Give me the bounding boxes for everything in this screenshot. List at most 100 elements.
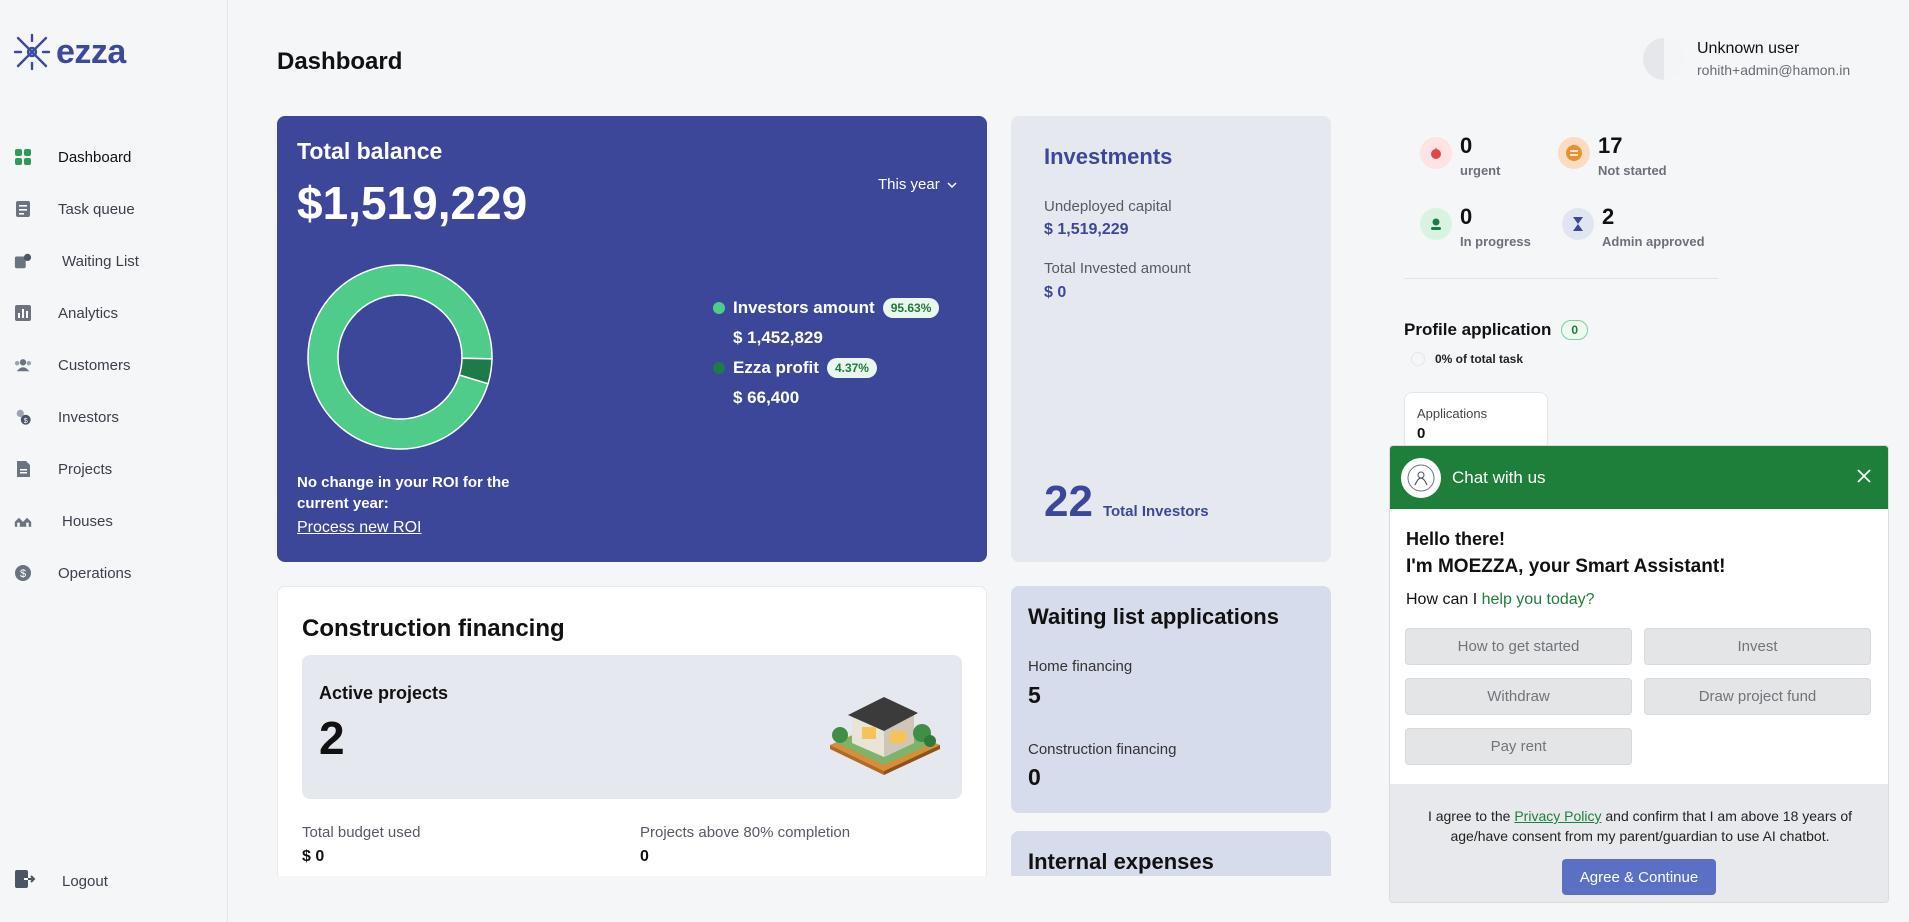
chip-withdraw[interactable]: Withdraw (1405, 678, 1632, 715)
sidebar-item-dashboard[interactable]: Dashboard (0, 131, 228, 183)
active-projects-label: Active projects (319, 683, 449, 703)
sidebar-item-operations[interactable]: $ Operations (0, 547, 228, 599)
budget-used-label: Total budget used (302, 824, 421, 841)
process-roi-link[interactable]: Process new ROI (297, 519, 421, 537)
grid-icon (14, 148, 32, 166)
sidebar-nav: Dashboard Task queue Waiting List Analyt… (0, 131, 228, 599)
total-investors-count: 22 (1044, 477, 1093, 526)
sidebar-item-label: Task queue (58, 200, 135, 218)
stat-text: 0 urgent (1460, 133, 1500, 178)
logout-label: Logout (62, 873, 108, 890)
period-select[interactable]: This year (878, 176, 958, 193)
waiting-list-icon (14, 252, 32, 270)
stat-label: In progress (1460, 234, 1531, 249)
stat-text: 17 Not started (1598, 133, 1667, 178)
chat-header: Chat with us (1390, 446, 1888, 509)
sidebar-item-analytics[interactable]: Analytics (0, 287, 228, 339)
legend-dot (713, 302, 725, 314)
stat-text: 2 Admin approved (1602, 204, 1705, 249)
balance-title: Total balance (297, 138, 443, 164)
sidebar-item-investors[interactable]: $ Investors (0, 391, 228, 443)
logout-icon (14, 869, 36, 894)
waiting-list-title: Waiting list applications (1028, 604, 1279, 629)
stat-count: 0 (1460, 204, 1473, 229)
chat-question-prefix: How can I (1406, 591, 1482, 608)
investments-card: Investments Undeployed capital $ 1,519,2… (1011, 116, 1331, 562)
period-value: This year (878, 176, 940, 193)
page-title: Dashboard (277, 48, 403, 75)
analytics-icon (14, 304, 32, 322)
progress-text: 0% of total task (1435, 352, 1524, 366)
chat-widget: Chat with us Hello there! I'm MOEZZA, yo… (1389, 445, 1889, 903)
chip-draw-project-fund[interactable]: Draw project fund (1644, 678, 1871, 715)
sidebar-item-label: Houses (62, 512, 113, 530)
logout-button[interactable]: Logout (14, 869, 108, 894)
customers-icon (14, 356, 32, 374)
chip-invest[interactable]: Invest (1644, 628, 1871, 665)
close-icon[interactable] (1852, 464, 1876, 488)
waiting-list-card: Waiting list applications Home financing… (1011, 586, 1331, 813)
user-menu[interactable]: Unknown user rohith+admin@hamon.in (1643, 38, 1850, 80)
active-projects-count: 2 (319, 712, 345, 764)
operations-icon: $ (14, 564, 32, 582)
above80-label: Projects above 80% completion (640, 824, 851, 841)
task-icon (14, 200, 32, 218)
chat-greeting: Hello there! (1406, 529, 1506, 549)
construction-title: Construction financing (302, 615, 565, 642)
stat-count: 0 (1460, 133, 1473, 158)
stat-urgent[interactable]: 0 urgent (1420, 133, 1500, 178)
applications-box[interactable]: Applications 0 (1404, 392, 1548, 450)
stat-admin-approved[interactable]: 2 Admin approved (1562, 204, 1705, 249)
chat-body: Hello there! I'm MOEZZA, your Smart Assi… (1390, 509, 1888, 784)
chat-question-highlight: help you today? (1481, 591, 1595, 608)
roi-message: No change in your ROI for the current ye… (297, 474, 510, 512)
task-stats: 0 urgent 17 Not started 0 In progress 2 … (1404, 131, 1718, 279)
chat-question: How can I help you today? (1406, 591, 1595, 609)
sidebar-item-label: Waiting List (62, 252, 139, 270)
progress-ring (1411, 352, 1425, 366)
sidebar-item-customers[interactable]: Customers (0, 339, 228, 391)
chip-pay-rent[interactable]: Pay rent (1405, 728, 1632, 765)
chip-how-to-get-started[interactable]: How to get started (1405, 628, 1632, 665)
privacy-policy-link[interactable]: Privacy Policy (1514, 808, 1601, 824)
legend-label: Ezza profit (733, 358, 819, 377)
legend-item-profit: Ezza profit 4.37% (713, 356, 939, 380)
houses-icon (14, 512, 32, 530)
sidebar-item-houses[interactable]: Houses (0, 495, 228, 547)
applications-value: 0 (1417, 425, 1426, 442)
user-name: Unknown user (1697, 40, 1800, 57)
legend-value: $ 66,400 (733, 388, 800, 407)
sidebar-item-label: Customers (58, 356, 131, 374)
stat-label: Not started (1598, 163, 1667, 178)
avatar (1643, 38, 1685, 80)
sidebar-item-projects[interactable]: Projects (0, 443, 228, 495)
sidebar-item-label: Operations (58, 564, 132, 582)
legend-percent-badge: 95.63% (882, 298, 940, 318)
stat-in-progress[interactable]: 0 In progress (1420, 204, 1531, 249)
internal-expenses-card: Internal expenses (1011, 831, 1331, 876)
sidebar-item-label: Investors (58, 408, 119, 426)
chat-consent: I agree to the Privacy Policy and confir… (1390, 784, 1888, 902)
home-financing-label: Home financing (1028, 658, 1133, 675)
stat-not-started[interactable]: 17 Not started (1558, 133, 1667, 178)
sidebar-item-waiting-list[interactable]: Waiting List (0, 235, 228, 287)
profile-application-progress: 0% of total task (1411, 352, 1523, 366)
total-invested-label: Total Invested amount (1044, 260, 1191, 277)
undeployed-capital-label: Undeployed capital (1044, 198, 1172, 215)
chevron-down-icon (947, 182, 957, 188)
stat-count: 17 (1598, 133, 1623, 158)
balance-amount: $1,519,229 (297, 177, 528, 229)
sidebar-item-task-queue[interactable]: Task queue (0, 183, 228, 235)
internal-expenses-title: Internal expenses (1028, 849, 1214, 874)
house-illustration (830, 697, 940, 775)
agree-continue-button[interactable]: Agree & Continue (1562, 859, 1716, 895)
stat-label: urgent (1460, 163, 1501, 178)
total-investors: 22 Total Investors (1044, 477, 1209, 527)
consent-text: I agree to the Privacy Policy and confir… (1410, 806, 1870, 846)
sidebar: ezza Dashboard Task queue Waiting List A… (0, 0, 228, 922)
legend-percent-badge: 4.37% (826, 358, 877, 378)
ezza-logo[interactable]: ezza (12, 32, 126, 72)
balance-donut-chart (307, 264, 493, 450)
legend-item-investors: Investors amount 95.63% (713, 296, 940, 320)
undeployed-capital-value: $ 1,519,229 (1044, 221, 1129, 238)
